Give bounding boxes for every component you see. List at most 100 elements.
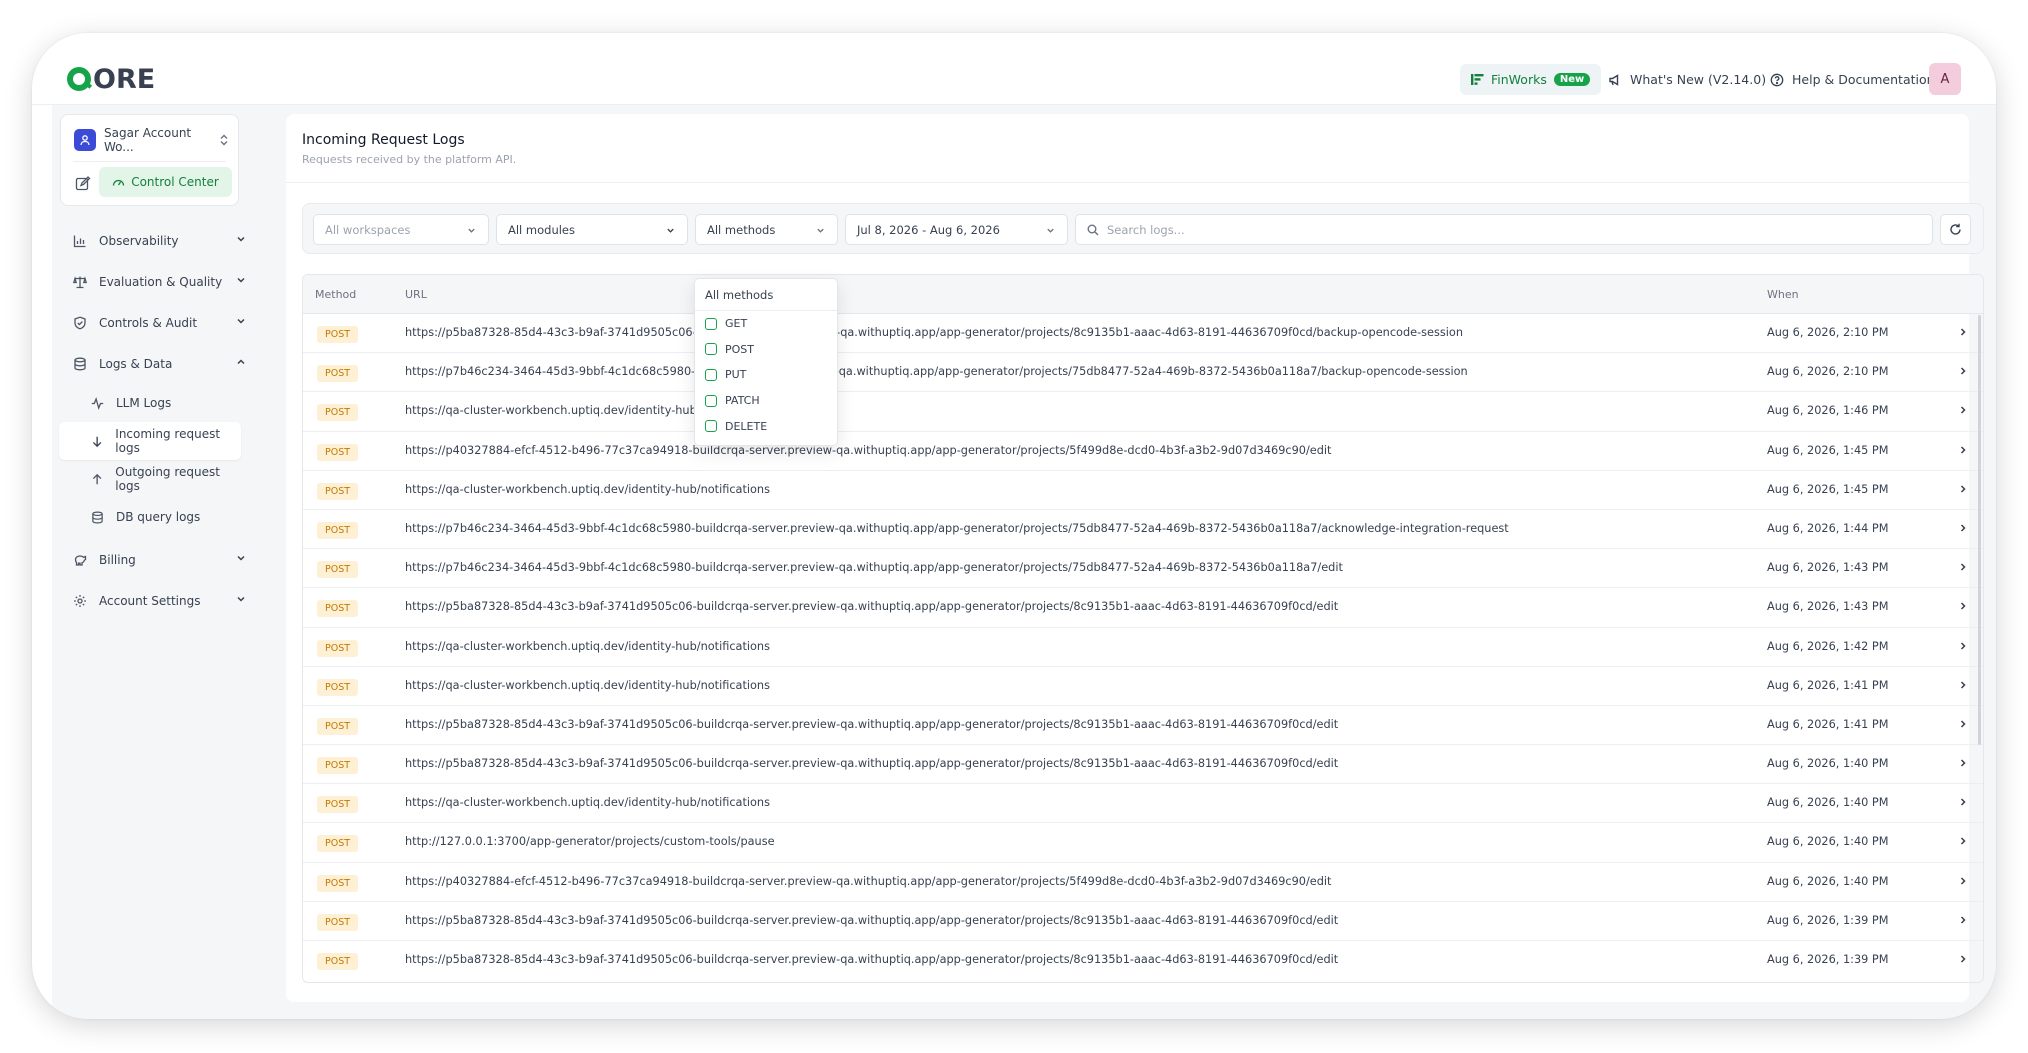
table-row[interactable]: POST https://p7b46c234-3464-45d3-9bbf-4c1…	[303, 353, 1983, 393]
refresh-button[interactable]	[1940, 214, 1971, 245]
chevron-right-icon[interactable]	[1958, 758, 1968, 768]
chevron-right-icon[interactable]	[1958, 954, 1968, 964]
when-cell: Aug 6, 2026, 2:10 PM	[1767, 326, 1889, 339]
table-scrollbar[interactable]	[1978, 315, 1981, 745]
checkbox[interactable]	[705, 317, 717, 330]
edit-icon[interactable]	[74, 175, 92, 193]
table-row[interactable]: POST https://p5ba87328-85d4-43c3-b9af-374…	[303, 745, 1983, 785]
when-cell: Aug 6, 2026, 1:40 PM	[1767, 874, 1889, 888]
table-row[interactable]: POST https://p5ba87328-85d4-43c3-b9af-374…	[303, 588, 1983, 628]
when-cell: Aug 6, 2026, 2:10 PM	[1767, 365, 1889, 379]
app-window: ORE FinWorks New What's New (V2.14.0) He…	[32, 33, 1996, 1019]
module-select[interactable]: All modules	[496, 214, 688, 245]
chevron-right-icon[interactable]	[1958, 876, 1968, 886]
sidebar-item-controls-audit[interactable]: Controls & Audit	[52, 302, 274, 343]
help-documentation-link[interactable]: Help & Documentation	[1770, 64, 1935, 95]
chevron-right-icon[interactable]	[1958, 445, 1968, 455]
dropdown-option-get[interactable]: GET	[695, 311, 837, 337]
date-range-select[interactable]: Jul 8, 2026 - Aug 6, 2026	[845, 214, 1068, 245]
chevron-right-icon[interactable]	[1958, 719, 1968, 729]
table-row[interactable]: POST http://127.0.0.1:3700/app-generator/…	[303, 823, 1983, 863]
request-logs-table: Method URL When POST https://p5ba87328-85…	[302, 274, 1984, 983]
chevron-right-icon[interactable]	[1958, 327, 1968, 337]
qore-logo[interactable]: ORE	[67, 64, 155, 95]
table-row[interactable]: POST https://p7b46c234-3464-45d3-9bbf-4c1…	[303, 510, 1983, 550]
chevron-right-icon[interactable]	[1958, 523, 1968, 533]
chevron-right-icon[interactable]	[1958, 641, 1968, 651]
sidebar-item-outgoing-request-logs[interactable]: Outgoing request logs	[59, 460, 241, 498]
finworks-button[interactable]: FinWorks New	[1460, 64, 1602, 95]
table-row[interactable]: POST https://p5ba87328-85d4-43c3-b9af-374…	[303, 706, 1983, 746]
url-cell: https://p5ba87328-85d4-43c3-b9af-3741d95…	[405, 717, 1339, 731]
table-row[interactable]: POST https://p5ba87328-85d4-43c3-b9af-374…	[303, 902, 1983, 941]
table-row[interactable]: POST https://qa-cluster-workbench.uptiq.d…	[303, 471, 1983, 510]
whats-new-link[interactable]: What's New (V2.14.0)	[1608, 64, 1766, 95]
dropdown-option-all-methods[interactable]: All methods	[695, 279, 837, 311]
table-row[interactable]: POST https://qa-cluster-workbench.uptiq.d…	[303, 392, 1983, 432]
table-row[interactable]: POST https://qa-cluster-workbench.uptiq.d…	[303, 628, 1983, 667]
control-center-button[interactable]: Control Center	[99, 167, 232, 197]
dropdown-option-patch[interactable]: PATCH	[695, 388, 837, 414]
megaphone-icon	[1609, 73, 1619, 86]
chevron-right-icon[interactable]	[1958, 680, 1968, 690]
chevron-right-icon[interactable]	[1958, 601, 1968, 611]
method-badge: POST	[317, 678, 359, 696]
dropdown-option-post[interactable]: POST	[695, 337, 837, 363]
table-row[interactable]: POST https://qa-cluster-workbench.uptiq.d…	[303, 667, 1983, 706]
sidebar-item-llm-logs[interactable]: LLM Logs	[59, 384, 241, 422]
sidebar-subitem-label: Outgoing request logs	[115, 465, 220, 493]
search-input[interactable]: Search logs...	[1075, 214, 1933, 245]
when-cell: Aug 6, 2026, 1:44 PM	[1767, 521, 1889, 535]
chevron-right-icon[interactable]	[1958, 797, 1968, 807]
chevron-right-icon[interactable]	[1958, 836, 1968, 846]
refresh-icon	[1950, 223, 1961, 235]
divider	[73, 161, 226, 162]
sidebar-item-incoming-request-logs[interactable]: Incoming request logs	[59, 422, 241, 460]
piggy-bank-icon	[74, 554, 87, 566]
date-range-value: Jul 8, 2026 - Aug 6, 2026	[857, 222, 1000, 237]
table-row[interactable]: POST https://p5ba87328-85d4-43c3-b9af-374…	[303, 314, 1983, 354]
database-icon	[92, 511, 103, 523]
help-circle-icon	[1770, 73, 1784, 86]
checkbox[interactable]	[705, 420, 717, 433]
chevron-up-down-icon	[220, 134, 228, 146]
sidebar-item-evaluation-quality[interactable]: Evaluation & Quality	[52, 261, 274, 302]
sidebar-item-billing[interactable]: Billing	[52, 539, 274, 580]
table-row[interactable]: POST https://qa-cluster-workbench.uptiq.d…	[303, 784, 1983, 824]
account-switcher[interactable]: Sagar Account Wo...	[74, 126, 229, 154]
method-badge: POST	[317, 326, 359, 343]
sidebar-item-logs-data[interactable]: Logs & Data	[52, 343, 274, 384]
checkbox[interactable]	[705, 368, 717, 381]
chevron-right-icon[interactable]	[1958, 562, 1968, 572]
sidebar-item-account-settings[interactable]: Account Settings	[52, 580, 274, 621]
method-badge: POST	[317, 913, 359, 931]
url-cell: https://p5ba87328-85d4-43c3-b9af-3741d95…	[405, 326, 1463, 339]
workspace-select[interactable]: All workspaces	[313, 214, 489, 245]
chevron-right-icon[interactable]	[1958, 405, 1968, 415]
method-select[interactable]: All methods	[695, 214, 838, 245]
table-row[interactable]: POST https://p40327884-efcf-4512-b496-77c…	[303, 863, 1983, 902]
sidebar-item-label: Account Settings	[99, 593, 201, 608]
chevron-down-icon	[667, 228, 674, 233]
url-cell: https://qa-cluster-workbench.uptiq.dev/i…	[405, 678, 770, 692]
method-badge: POST	[317, 521, 359, 539]
checkbox[interactable]	[705, 343, 717, 356]
table-row[interactable]: POST https://p7b46c234-3464-45d3-9bbf-4c1…	[303, 549, 1983, 589]
dropdown-option-put[interactable]: PUT	[695, 362, 837, 388]
user-avatar[interactable]: A	[1929, 63, 1961, 95]
table-header: Method URL When	[303, 275, 1983, 314]
method-badge: POST	[317, 796, 359, 814]
method-badge: POST	[317, 404, 359, 422]
control-center-label: Control Center	[131, 175, 219, 189]
sidebar-item-db-query-logs[interactable]: DB query logs	[59, 498, 241, 536]
sidebar-item-observability[interactable]: Observability	[52, 220, 274, 261]
chevron-right-icon[interactable]	[1958, 484, 1968, 494]
user-icon	[74, 129, 96, 151]
chevron-right-icon[interactable]	[1958, 366, 1968, 376]
when-cell: Aug 6, 2026, 1:39 PM	[1767, 913, 1889, 927]
table-row[interactable]: POST https://p40327884-efcf-4512-b496-77c…	[303, 432, 1983, 471]
chevron-right-icon[interactable]	[1958, 915, 1968, 925]
checkbox[interactable]	[705, 394, 717, 407]
table-row[interactable]: POST https://p5ba87328-85d4-43c3-b9af-374…	[303, 941, 1983, 980]
dropdown-option-delete[interactable]: DELETE	[695, 413, 837, 439]
